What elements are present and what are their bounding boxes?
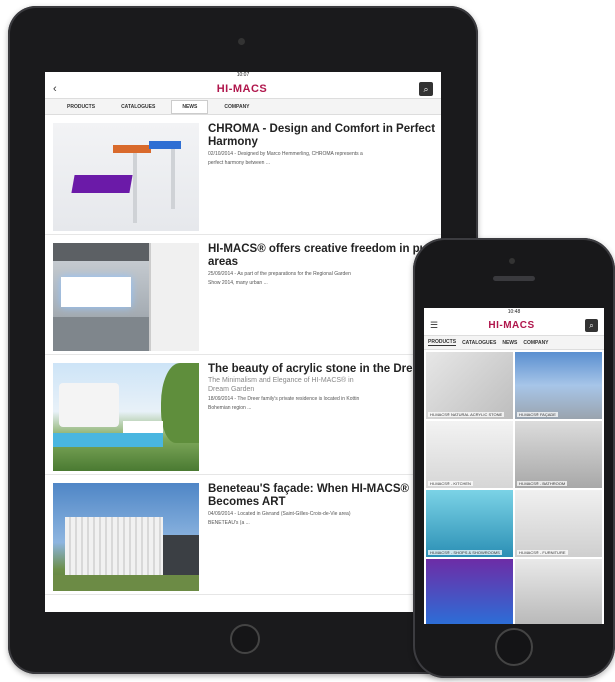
tablet-home-button[interactable] <box>230 624 260 654</box>
tab-news[interactable]: NEWS <box>171 99 209 114</box>
news-excerpt: 02/10/2014 - Designed by Marco Hemmerlin… <box>208 151 363 157</box>
search-icon[interactable]: ⌕ <box>419 81 433 96</box>
tab-catalogues[interactable]: CATALOGUES <box>462 340 496 346</box>
tablet-screen: 10:07 ‹ HI-MACS ⌕ PRODUCTS CATALOGUES NE… <box>45 72 441 612</box>
news-item[interactable]: HI-MACS® offers creative freedom in publ… <box>45 235 441 355</box>
news-title-line2: Becomes ART <box>208 496 286 508</box>
tablet-header: ‹ HI-MACS ⌕ <box>45 79 441 99</box>
hamburger-menu-icon[interactable]: ☰ <box>430 320 438 331</box>
news-excerpt-line2: BENETEAU's (a ... <box>208 520 250 526</box>
tab-company[interactable]: COMPANY <box>523 340 548 346</box>
news-title-line2: areas <box>208 256 239 268</box>
news-excerpt-line2: perfect harmony between ... <box>208 160 270 166</box>
news-list: CHROMA - Design and Comfort in Perfect H… <box>45 115 441 595</box>
product-tile-caption: HI-MACS® - SHOPS & SHOWROOMS <box>428 550 502 555</box>
tab-company[interactable]: COMPANY <box>214 101 259 113</box>
news-excerpt-line2: Bohemian region ... <box>208 405 252 411</box>
product-tile-caption: HI-MACS® - FURNITURE <box>517 550 568 555</box>
product-tile-caption: HI-MACS® NATURAL ACRYLIC STONE <box>428 412 505 417</box>
phone-home-button[interactable] <box>495 628 533 666</box>
product-tile-caption: HI-MACS® FAÇADE <box>517 412 558 417</box>
news-thumbnail <box>53 363 199 471</box>
news-thumbnail <box>53 483 199 591</box>
product-tile-caption: HI-MACS® - KITCHEN <box>428 481 473 486</box>
tablet-status-time: 10:07 <box>236 72 250 78</box>
news-excerpt: 18/09/2014 - The Dreer family's private … <box>208 396 360 402</box>
product-tile[interactable]: HI-MACS® NATURAL ACRYLIC STONE <box>426 352 513 419</box>
phone-header: ☰ HI-MACS ⌕ <box>424 316 604 336</box>
news-subtitle-line2: Dream Garden <box>208 386 255 393</box>
news-title: HI-MACS® offers creative freedom in publ <box>208 243 437 255</box>
product-tile[interactable] <box>515 559 602 624</box>
tablet-tab-bar: PRODUCTS CATALOGUES NEWS COMPANY <box>45 99 441 115</box>
news-excerpt: 04/09/2014 - Located in Givrand (Saint-G… <box>208 511 351 517</box>
news-item[interactable]: CHROMA - Design and Comfort in Perfect H… <box>45 115 441 235</box>
tab-catalogues[interactable]: CATALOGUES <box>111 101 165 113</box>
news-item[interactable]: Beneteau'S façade: When HI-MACS® Becomes… <box>45 475 441 595</box>
news-item[interactable]: The beauty of acrylic stone in the Dreer… <box>45 355 441 475</box>
news-title: Beneteau'S façade: When HI-MACS® <box>208 483 409 495</box>
tab-products[interactable]: PRODUCTS <box>428 339 457 346</box>
news-title: CHROMA - Design and Comfort in Perfect <box>208 123 436 135</box>
news-excerpt-line2: Show 2014, many urban ... <box>208 280 268 286</box>
back-arrow-icon[interactable]: ‹ <box>53 83 65 95</box>
product-tile[interactable]: HI-MACS® - KITCHEN <box>426 421 513 488</box>
product-grid: HI-MACS® NATURAL ACRYLIC STONE HI-MACS® … <box>424 350 604 624</box>
tablet-device: 10:07 ‹ HI-MACS ⌕ PRODUCTS CATALOGUES NE… <box>8 6 478 674</box>
phone-device: 10:48 ☰ HI-MACS ⌕ PRODUCTS CATALOGUES NE… <box>413 238 615 678</box>
search-icon[interactable]: ⌕ <box>584 319 598 332</box>
product-tile[interactable]: HI-MACS® FAÇADE <box>515 352 602 419</box>
tablet-logo: HI-MACS <box>216 82 268 95</box>
product-tile[interactable]: HI-MACS® - BATHROOM <box>515 421 602 488</box>
news-thumbnail <box>53 123 199 231</box>
tab-news[interactable]: NEWS <box>502 340 517 346</box>
phone-logo: HI-MACS <box>488 320 535 331</box>
phone-speaker <box>493 276 535 281</box>
product-tile[interactable]: HI-MACS® - SHOPS & SHOWROOMS <box>426 490 513 557</box>
phone-status-time: 10:48 <box>507 309 521 315</box>
news-subtitle: The Minimalism and Elegance of HI-MACS® … <box>208 377 354 384</box>
phone-tab-bar: PRODUCTS CATALOGUES NEWS COMPANY <box>424 336 604 350</box>
product-tile-caption: HI-MACS® - BATHROOM <box>517 481 568 486</box>
news-title-line2: Harmony <box>208 136 258 148</box>
tab-products[interactable]: PRODUCTS <box>57 101 105 113</box>
news-title: The beauty of acrylic stone in the Dreer… <box>208 363 441 375</box>
news-excerpt: 25/09/2014 - As part of the preparations… <box>208 271 351 277</box>
news-thumbnail <box>53 243 199 351</box>
product-tile[interactable] <box>426 559 513 624</box>
product-tile[interactable]: HI-MACS® - FURNITURE <box>515 490 602 557</box>
phone-camera <box>509 258 515 264</box>
tablet-camera <box>238 38 245 45</box>
phone-screen: 10:48 ☰ HI-MACS ⌕ PRODUCTS CATALOGUES NE… <box>424 308 604 624</box>
